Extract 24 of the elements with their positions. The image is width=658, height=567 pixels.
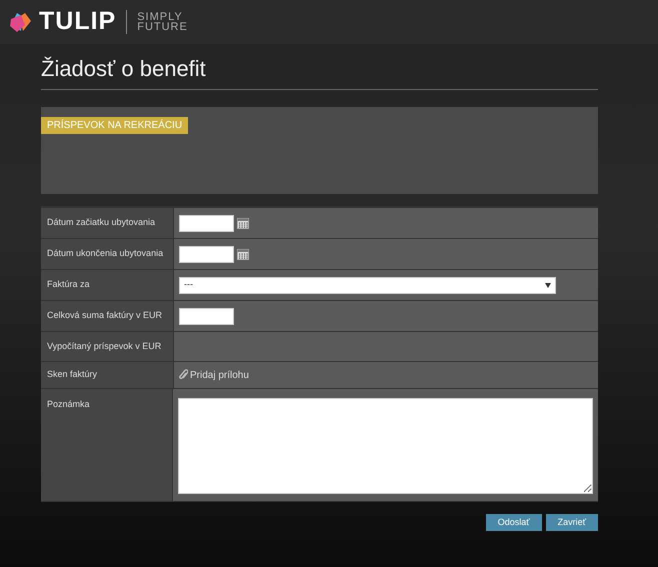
form-button[interactable]: Odoslať: [486, 514, 542, 531]
form-label: Faktúra za: [41, 270, 174, 300]
form-label: Vypočítaný príspevok v EUR: [41, 332, 174, 361]
benefit-badge: PRÍSPEVOK NA REKREÁCIU: [41, 117, 188, 134]
tagline-text: SIMPLY: [137, 12, 183, 22]
form-button[interactable]: Zavrieť: [546, 514, 598, 531]
dropdown-caret-icon: [545, 282, 551, 288]
paperclip-icon: [179, 369, 188, 381]
form-label: Sken faktúry: [41, 362, 174, 388]
date-input[interactable]: [179, 246, 234, 262]
amount-input[interactable]: [179, 308, 234, 324]
logo-text: TULIP: [39, 6, 116, 38]
calendar-icon[interactable]: [237, 248, 249, 260]
tagline-text: FUTURE: [137, 22, 188, 32]
tulip-logo-icon: [9, 11, 33, 33]
form-label: Celková suma faktúry v EUR: [41, 301, 174, 331]
page-title: Žiadosť o benefit: [41, 52, 598, 90]
add-attachment-link[interactable]: Pridaj prílohu: [190, 368, 249, 382]
calendar-icon[interactable]: [237, 217, 249, 229]
form-label: Dátum začiatku ubytovania: [41, 208, 174, 238]
invoice-select[interactable]: ---: [179, 276, 556, 294]
form-label: Poznámka: [41, 389, 173, 501]
date-input[interactable]: [179, 214, 234, 232]
form-label: Dátum ukončenia ubytovania: [41, 239, 174, 269]
